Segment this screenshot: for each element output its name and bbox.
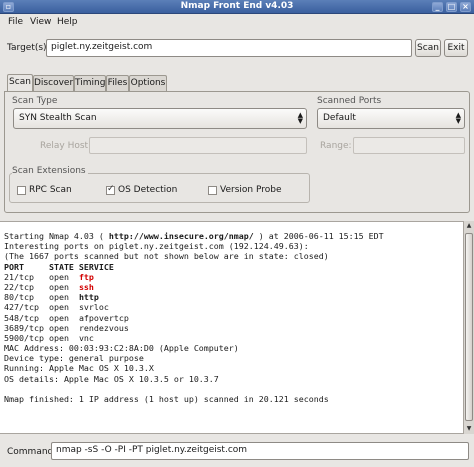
output-line-closed: (The 1667 ports scanned but not shown be…: [4, 251, 329, 262]
scan-output[interactable]: Starting Nmap 4.03 ( http://www.insecure…: [0, 221, 463, 434]
window-title: Nmap Front End v4.03: [180, 1, 294, 11]
scanned-ports-title: Scanned Ports: [317, 96, 382, 106]
maximize-icon[interactable]: □: [446, 2, 457, 12]
scan-button[interactable]: Scan: [415, 39, 441, 57]
targets-input[interactable]: piglet.ny.zeitgeist.com: [46, 39, 412, 57]
rpc-scan-checkbox[interactable]: [17, 186, 26, 195]
tab-options[interactable]: Options: [129, 75, 167, 91]
range-input[interactable]: [353, 137, 465, 154]
version-probe-checkbox[interactable]: [208, 186, 217, 195]
exit-button[interactable]: Exit: [444, 39, 468, 57]
scan-type-select[interactable]: SYN Stealth Scan ▲ ▼: [13, 108, 307, 129]
output-running: Running: Apple Mac OS X 10.3.X: [4, 363, 154, 374]
tab-timing[interactable]: Timing: [74, 75, 106, 91]
close-icon[interactable]: ×: [460, 2, 471, 12]
output-mac: MAC Address: 00:03:93:C2:8A:D0 (Apple Co…: [4, 343, 239, 354]
title-bar[interactable]: ▫ Nmap Front End v4.03 _ □ ×: [0, 0, 474, 14]
scanned-ports-value: Default: [323, 113, 356, 123]
nmap-url-link[interactable]: http://www.insecure.org/nmap/: [109, 231, 254, 241]
port-row: 427/tcp open svrloc: [4, 302, 109, 313]
output-os: OS details: Apple Mac OS X 10.3.5 or 10.…: [4, 373, 219, 384]
tab-files[interactable]: Files: [106, 75, 129, 91]
minimize-icon[interactable]: _: [432, 2, 443, 12]
os-detection-checkbox[interactable]: ✓: [106, 184, 115, 195]
os-detection-label: OS Detection: [118, 185, 178, 195]
command-label: Command:: [7, 447, 57, 457]
relay-host-input[interactable]: [89, 137, 307, 154]
version-probe-label: Version Probe: [220, 185, 282, 195]
port-row: 80/tcp open http: [4, 292, 99, 303]
tab-scan[interactable]: Scan: [7, 74, 33, 91]
scanned-ports-select[interactable]: Default ▲ ▼: [317, 108, 465, 129]
scrollbar-thumb[interactable]: [465, 233, 473, 421]
port-row: 21/tcp open ftp: [4, 271, 94, 282]
tab-discover[interactable]: Discover: [33, 75, 74, 91]
scroll-up-icon[interactable]: ▲: [464, 221, 474, 231]
output-line-start: Starting Nmap 4.03 ( http://www.insecure…: [4, 231, 384, 241]
port-row: 5900/tcp open vnc: [4, 332, 94, 343]
updown-arrows-icon: ▲ ▼: [455, 111, 461, 125]
menu-file[interactable]: File: [8, 17, 23, 27]
rpc-scan-label: RPC Scan: [29, 185, 72, 195]
menu-bar: File View Help: [0, 14, 474, 31]
scroll-down-icon[interactable]: ▼: [464, 424, 474, 434]
scan-extensions-title: Scan Extensions: [12, 166, 88, 176]
port-row: 22/tcp open ssh: [4, 281, 94, 292]
port-row: 3689/tcp open rendezvous: [4, 322, 129, 333]
menu-help[interactable]: Help: [57, 17, 78, 27]
output-finished: Nmap finished: 1 IP address (1 host up) …: [4, 394, 329, 404]
output-device: Device type: general purpose: [4, 353, 144, 364]
relay-host-label: Relay Host:: [40, 141, 92, 151]
checkmark-icon: ✓: [107, 184, 115, 194]
range-label: Range:: [320, 141, 352, 151]
command-input[interactable]: nmap -sS -O -PI -PT piglet.ny.zeitgeist.…: [51, 442, 469, 460]
updown-arrows-icon: ▲ ▼: [297, 111, 303, 125]
output-line-interesting: Interesting ports on piglet.ny.zeitgeist…: [4, 241, 309, 252]
scan-type-title: Scan Type: [12, 96, 58, 106]
output-ports-header: PORT STATE SERVICE: [4, 261, 114, 272]
port-row: 548/tcp open afpovertcp: [4, 312, 129, 323]
output-scrollbar[interactable]: ▲ ▼: [463, 221, 474, 434]
scan-type-value: SYN Stealth Scan: [19, 113, 97, 123]
menu-view[interactable]: View: [30, 17, 51, 27]
targets-label: Target(s):: [7, 43, 50, 53]
